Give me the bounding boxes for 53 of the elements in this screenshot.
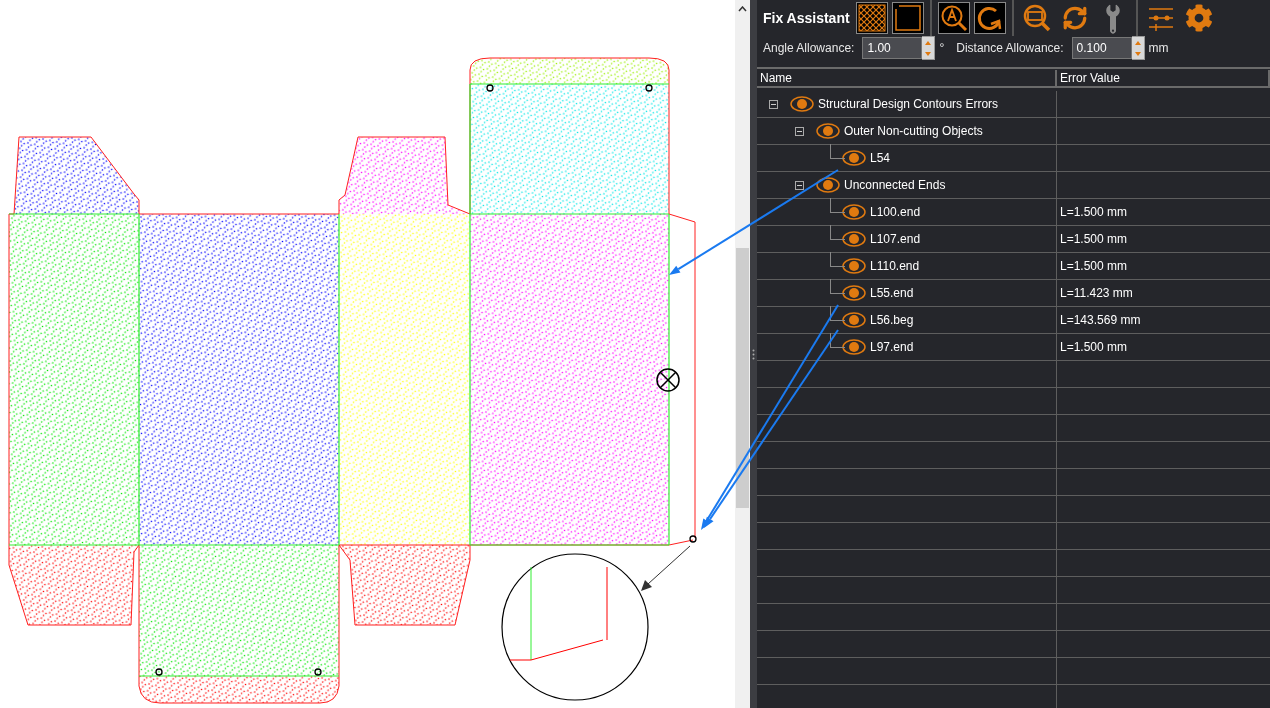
tree-item-label[interactable]: L55.end: [870, 286, 914, 300]
tree-item-label[interactable]: L100.end: [870, 205, 921, 219]
tree-item-label[interactable]: L54: [870, 151, 891, 165]
allowance-label: Distance Allowance:: [956, 41, 1064, 55]
scrollbar-thumb[interactable]: [736, 248, 749, 508]
tree-item-label[interactable]: Unconnected Ends: [844, 178, 946, 192]
eye-icon[interactable]: [816, 123, 840, 139]
column-header[interactable]: Error Value: [1057, 69, 1270, 86]
tree-item-label[interactable]: L110.end: [870, 259, 920, 273]
error-value: L=1.500 mm: [1059, 204, 1129, 221]
eye-icon[interactable]: [842, 339, 866, 355]
collapse-toggle[interactable]: [769, 99, 778, 109]
allowance-field[interactable]: 1.00: [862, 37, 923, 59]
error-value: L=143.569 mm: [1059, 312, 1142, 329]
pointer-arrow: [641, 545, 691, 591]
error-value: L=1.500 mm: [1059, 258, 1129, 275]
allowance-label: Angle Allowance:: [763, 41, 855, 55]
rotate-button[interactable]: [973, 2, 1006, 34]
error-value: L=1.500 mm: [1059, 339, 1129, 356]
eye-icon[interactable]: [842, 231, 866, 247]
panel-title: Fix Assistant: [763, 10, 850, 26]
eye-icon[interactable]: [790, 96, 814, 112]
zoom-text-button[interactable]: [937, 2, 970, 34]
tree-item-label[interactable]: Outer Non-cutting Objects: [844, 124, 983, 138]
vertical-scrollbar[interactable]: [735, 0, 750, 708]
tree-item-label[interactable]: L97.end: [870, 340, 914, 354]
allowance-field[interactable]: 0.100: [1071, 37, 1132, 59]
unit-label: mm: [1148, 41, 1169, 55]
up-triangle-icon: [1134, 40, 1141, 45]
hatch-fill-button[interactable]: [855, 2, 888, 34]
eye-icon[interactable]: [842, 258, 866, 274]
column-header[interactable]: Name: [757, 69, 1057, 86]
refresh-icon: [1061, 5, 1088, 31]
eye-icon[interactable]: [816, 177, 840, 193]
outline-square-button[interactable]: [891, 2, 924, 34]
grip-icon: [752, 348, 755, 360]
down-triangle-icon: [925, 51, 932, 56]
eye-icon[interactable]: [842, 285, 866, 301]
settings-icon: [1184, 4, 1213, 32]
eye-icon[interactable]: [842, 150, 866, 166]
up-triangle-icon: [925, 40, 932, 45]
scroll-up-icon[interactable]: [738, 6, 747, 12]
collapse-toggle[interactable]: [795, 126, 804, 136]
eye-icon[interactable]: [842, 204, 866, 220]
tree-item-label[interactable]: Structural Design Contours Errors: [818, 97, 999, 111]
unit-label: °: [939, 41, 945, 55]
collapse-toggle[interactable]: [795, 180, 804, 190]
eye-icon[interactable]: [842, 312, 866, 328]
down-triangle-icon: [1134, 51, 1141, 56]
error-value: L=1.500 mm: [1059, 231, 1129, 248]
tree-item-label[interactable]: L56.beg: [870, 313, 914, 327]
tree-item-label[interactable]: L107.end: [870, 232, 921, 246]
error-value: L=11.423 mm: [1059, 285, 1134, 302]
